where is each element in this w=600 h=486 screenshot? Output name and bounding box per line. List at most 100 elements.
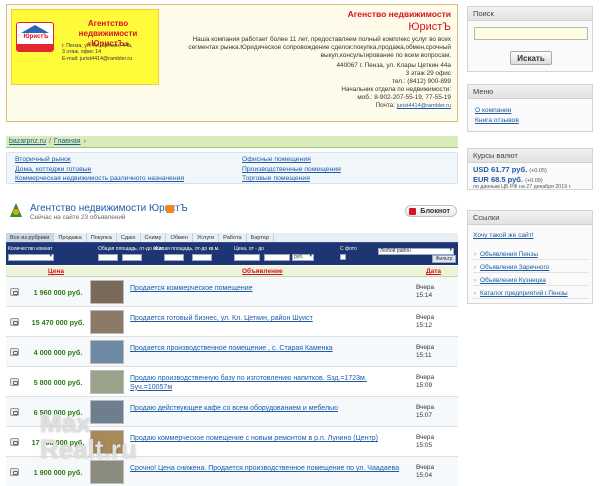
want-site-link[interactable]: Хочу такой же сайт!	[473, 232, 534, 239]
tab-exchange[interactable]: Обмен	[166, 233, 193, 242]
rooms-label: Количество комнат	[8, 246, 53, 252]
breadcrumb-home-link[interactable]: Главная	[54, 138, 81, 145]
district-select[interactable]: Любой район	[378, 248, 454, 255]
tab-rent-out[interactable]: Сдаю	[117, 233, 141, 242]
paperclip-icon[interactable]	[10, 378, 19, 386]
link-business-catalog[interactable]: Каталог предприятий г.Пензы	[473, 288, 589, 299]
table-row: 1 960 000 руб. Продается коммерческое по…	[6, 277, 458, 307]
listing-price: 1 960 000 руб.	[33, 288, 83, 297]
email-link[interactable]: jurist4414@rambler.ru	[397, 103, 451, 109]
rates-box-title: Курсы валют	[468, 149, 592, 163]
tab-all[interactable]: Все из рубрики	[6, 233, 55, 242]
listing-date: Вчера 15:12	[416, 314, 435, 329]
price-from-input[interactable]	[234, 254, 260, 261]
listing-title-link[interactable]: Продается готовый бизнес, ул. Кл. Цеткин…	[130, 315, 400, 324]
listing-thumbnail[interactable]	[90, 370, 124, 394]
category-nav: Вторичный рынок Дома, коттеджи готовые К…	[6, 152, 458, 184]
listing-title-link[interactable]: Продается производственное помещение , с…	[130, 345, 400, 354]
paperclip-icon[interactable]	[10, 408, 19, 416]
search-input[interactable]	[474, 27, 588, 40]
photo-label: С фото	[340, 246, 357, 252]
usd-rate: USD 61.77 руб. (+0.05)	[473, 165, 547, 174]
menu-box-title: Меню	[468, 85, 592, 99]
tab-rent[interactable]: Сниму	[141, 233, 167, 242]
menu-item-reviews[interactable]: Книга отзывов	[475, 117, 519, 124]
total-area-to-input[interactable]	[122, 254, 142, 261]
price-to-input[interactable]	[264, 254, 290, 261]
rss-icon[interactable]	[166, 205, 174, 213]
agency-tree-icon	[8, 203, 24, 219]
tab-barter[interactable]: Бартер	[247, 233, 275, 242]
paperclip-icon[interactable]	[10, 318, 19, 326]
menu-item-about[interactable]: О компании	[475, 107, 511, 114]
company-logo[interactable]: ЮристЪ Агентство недвижимости «ЮристЪ» г…	[11, 9, 159, 85]
listing-title-link[interactable]: Продается коммерческое помещение	[130, 285, 400, 294]
search-button[interactable]: Искать	[510, 51, 552, 65]
tab-sale[interactable]: Продажа	[54, 233, 87, 242]
company-description: Наша компания работает более 11 лет, пре…	[188, 36, 451, 59]
nav-link-houses[interactable]: Дома, коттеджи готовые	[15, 166, 91, 173]
tab-services[interactable]: Услуги	[193, 233, 220, 242]
table-row: 4 000 000 руб. Продается производственно…	[6, 337, 458, 367]
company-name: Агенство недвижимости	[347, 9, 451, 19]
rates-source-note: по данным ЦБ РФ на 27 декабря 2019 г.	[473, 184, 572, 190]
agency-title[interactable]: Агентство недвижимости ЮристЪ	[30, 203, 188, 214]
currency-rates-box: Курсы валют USD 61.77 руб. (+0.05) EUR 6…	[467, 148, 593, 190]
listing-title-link[interactable]: Продаю коммерческое помещение с новым ре…	[130, 435, 400, 444]
nav-link-secondary-market[interactable]: Вторичный рынок	[15, 156, 71, 163]
logo-address: г. Пенза, ул. Кл. Цеткин, 44а, 3 этаж, о…	[62, 43, 133, 62]
listing-price: 4 000 000 руб.	[33, 348, 83, 357]
rubric-tabs: Все из рубрики Продажа Покупка Сдаю Сним…	[6, 233, 458, 243]
listing-title-link[interactable]: Срочно! Цена снижена. Продается производ…	[130, 465, 400, 474]
listing-title-link[interactable]: Продаю действующее кафе со всем оборудов…	[130, 405, 400, 414]
listing-date: Вчера 15:04	[416, 464, 435, 479]
paperclip-icon[interactable]	[10, 288, 19, 296]
listing-thumbnail[interactable]	[90, 280, 124, 304]
total-area-from-input[interactable]	[98, 254, 118, 261]
listing-thumbnail[interactable]	[90, 340, 124, 364]
search-box: Поиск Искать	[467, 6, 593, 72]
link-kuznetsk-ads[interactable]: Объявления Кузнецка	[473, 275, 589, 286]
living-area-to-input[interactable]	[192, 254, 212, 261]
listing-date: Вчера 15:14	[416, 284, 435, 299]
table-row: 5 800 000 руб. Продаю производственную б…	[6, 367, 458, 397]
listing-thumbnail[interactable]	[90, 310, 124, 334]
header-banner: ЮристЪ Агентство недвижимости «ЮристЪ» г…	[6, 4, 458, 122]
paperclip-icon[interactable]	[10, 438, 19, 446]
column-price[interactable]: Цена	[48, 268, 64, 275]
search-box-title: Поиск	[468, 7, 592, 21]
column-ad[interactable]: Объявление	[242, 268, 283, 275]
listing-date: Вчера 15:09	[416, 374, 435, 389]
notebook-button[interactable]: Блокнот	[405, 205, 457, 217]
column-date[interactable]: Дата	[426, 268, 441, 275]
paperclip-icon[interactable]	[10, 468, 19, 476]
tab-work[interactable]: Работа	[219, 233, 247, 242]
nav-link-industrial[interactable]: Производственные помещения	[242, 166, 341, 173]
paperclip-icon[interactable]	[10, 348, 19, 356]
eur-rate: EUR 68.5 руб. (+0.09)	[473, 175, 543, 184]
currency-select[interactable]: руб.	[292, 254, 314, 261]
agency-ad-count: Сейчас на сайте 23 объявлений	[30, 214, 126, 221]
tab-buy[interactable]: Покупка	[87, 233, 117, 242]
links-box: Ссылки Хочу такой же сайт! Объявления Пе…	[467, 210, 593, 304]
filter-button[interactable]: Фильтр	[432, 255, 456, 263]
living-area-from-input[interactable]	[164, 254, 184, 261]
listing-title-link[interactable]: Продаю производственную базу по изготовл…	[130, 375, 400, 392]
breadcrumb-site-link[interactable]: bazarpnz.ru	[9, 138, 46, 145]
listing-price: 1 900 000 руб.	[33, 468, 83, 477]
table-header: Цена Объявление Дата	[6, 266, 458, 277]
nav-link-offices[interactable]: Офисные помещения	[242, 156, 311, 163]
breadcrumb-arrow: ›	[83, 138, 86, 145]
filter-bar: Количество комнат Общая площадь, от-до к…	[6, 243, 458, 265]
nav-link-commercial[interactable]: Коммерческая недвижимость различного наз…	[15, 175, 184, 182]
rooms-select[interactable]	[8, 254, 54, 261]
nav-link-retail[interactable]: Торговые помещения	[242, 175, 310, 182]
photo-checkbox[interactable]	[340, 254, 346, 260]
link-penza-ads[interactable]: Объявления Пензы	[473, 249, 589, 260]
breadcrumb: bazarpnz.ru / Главная ›	[6, 136, 458, 148]
price-label: Цена, от - до	[234, 246, 264, 252]
listing-date: Вчера 15:05	[416, 434, 435, 449]
listing-price: 15 470 000 руб.	[31, 318, 85, 327]
listing-date: Вчера 15:11	[416, 344, 435, 359]
link-zarechny-ads[interactable]: Объявления Заречного	[473, 262, 589, 273]
